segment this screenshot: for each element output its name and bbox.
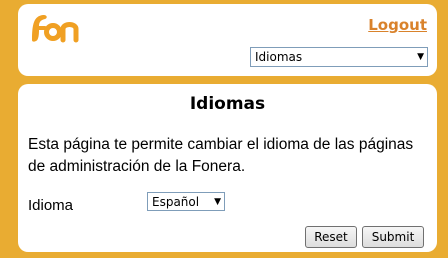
logout-link[interactable]: Logout [368,16,427,34]
chevron-down-icon: ▼ [417,52,424,62]
language-label: Idioma [28,197,74,214]
reset-button[interactable]: Reset [305,226,357,248]
page-description: Esta página te permite cambiar el idioma… [28,136,414,175]
content-panel: Idiomas Esta página te permite cambiar e… [18,84,437,252]
page-title: Idiomas [189,94,266,114]
header-panel: Logout Idiomas ▼ [18,4,437,76]
section-select[interactable]: Idiomas ▼ [250,47,428,67]
submit-button[interactable]: Submit [362,226,424,248]
fon-logo [32,14,79,43]
chevron-down-icon: ▼ [214,196,221,207]
language-select[interactable]: Español ▼ [147,192,225,211]
language-select-value: Español [152,194,200,209]
section-select-value: Idiomas [255,50,303,64]
